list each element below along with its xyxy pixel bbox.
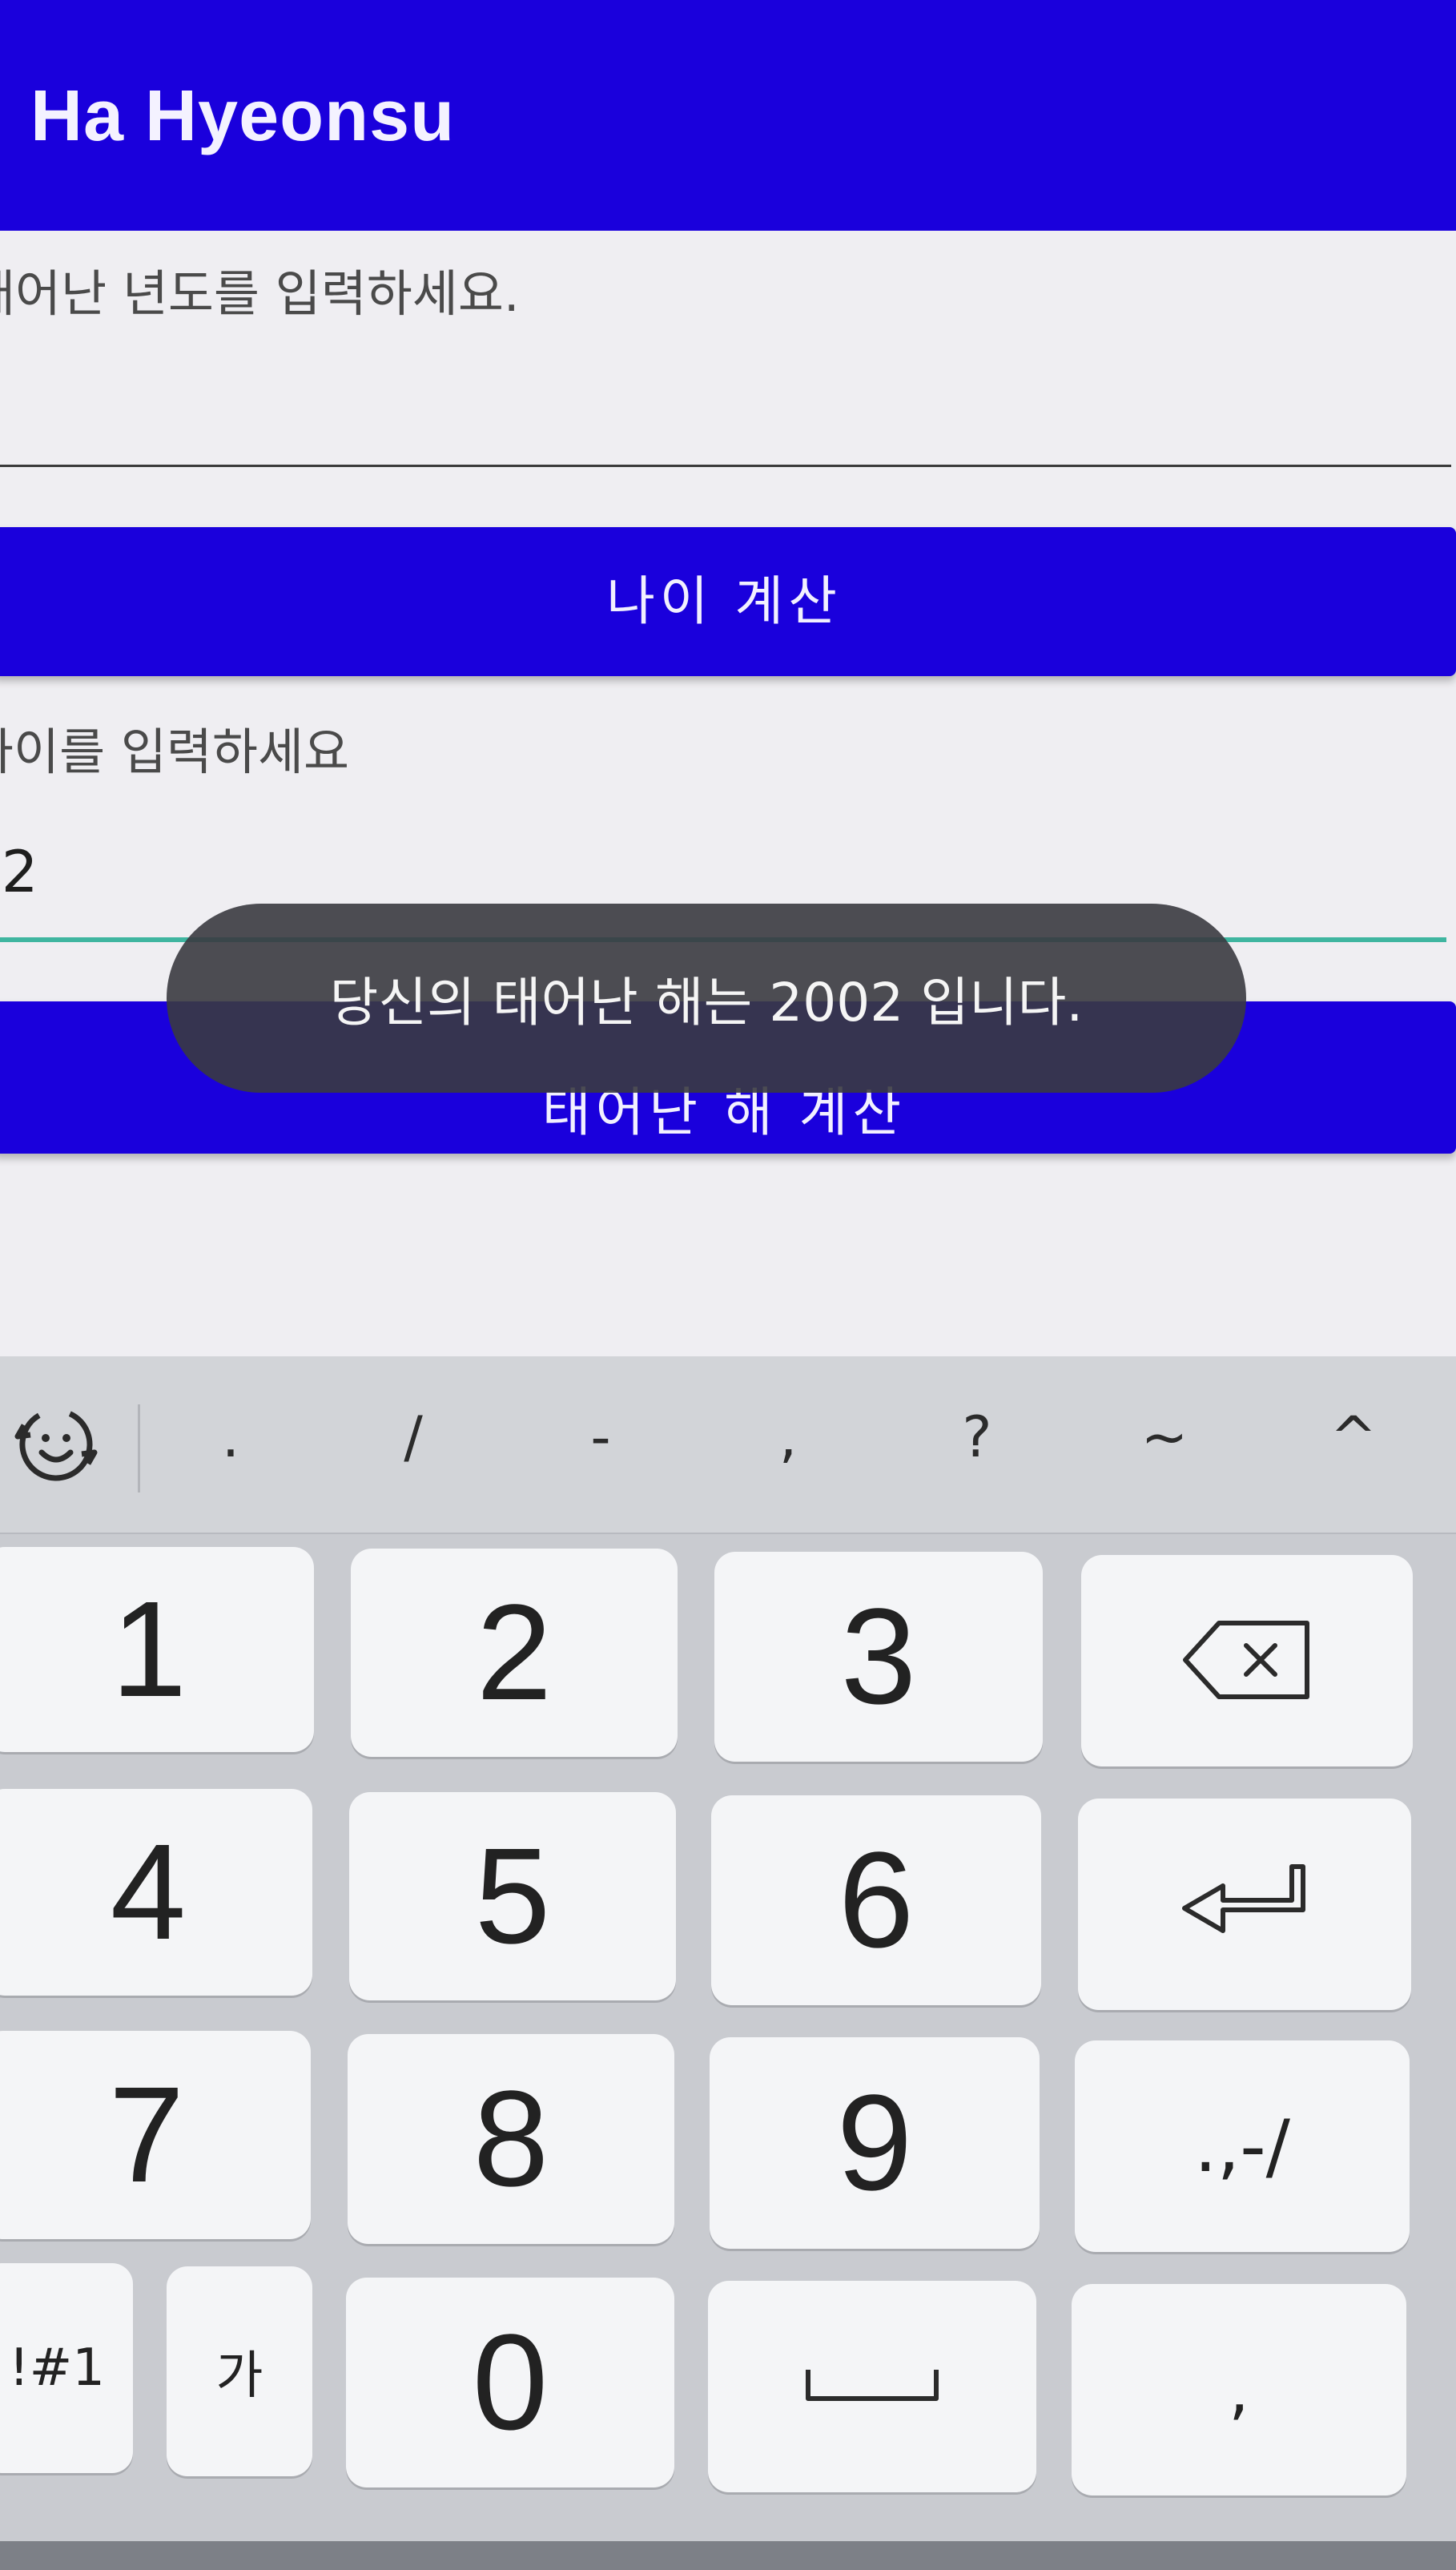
symbols-switch-key[interactable]: !#1 bbox=[0, 2263, 133, 2473]
keyboard-toolbar: . / - , ? ~ ^ bbox=[0, 1356, 1456, 1534]
space-key[interactable] bbox=[708, 2281, 1036, 2492]
calculate-age-button-label: 나이 계산 bbox=[606, 570, 842, 632]
app-bar: Ha Hyeonsu bbox=[0, 0, 1456, 231]
symbol-key-comma[interactable]: , bbox=[740, 1404, 836, 1470]
calculate-age-button[interactable]: 나이 계산 bbox=[0, 527, 1456, 676]
key-9[interactable]: 9 bbox=[710, 2037, 1040, 2249]
symbol-key-dash[interactable]: - bbox=[553, 1404, 649, 1470]
toolbar-divider bbox=[138, 1404, 140, 1492]
key-5[interactable]: 5 bbox=[349, 1792, 676, 2000]
space-bar-icon bbox=[806, 2370, 939, 2401]
symbol-key-period[interactable]: . bbox=[183, 1404, 279, 1470]
symbol-key-question[interactable]: ? bbox=[929, 1404, 1025, 1470]
age-hint: 나이를 입력하세요 bbox=[0, 723, 350, 781]
backspace-key[interactable] bbox=[1081, 1555, 1413, 1766]
symbol-key-caret[interactable]: ^ bbox=[1305, 1404, 1402, 1470]
punctuation-key[interactable]: .,-/ bbox=[1075, 2040, 1410, 2252]
language-switch-key[interactable]: 가 bbox=[167, 2266, 312, 2476]
symbol-key-tilde[interactable]: ~ bbox=[1116, 1404, 1213, 1470]
symbol-key-slash[interactable]: / bbox=[365, 1404, 461, 1470]
key-7[interactable]: 7 bbox=[0, 2031, 311, 2239]
birth-year-hint[interactable]: 태어난 년도를 입력하세요. bbox=[0, 253, 520, 325]
key-6[interactable]: 6 bbox=[711, 1795, 1041, 2005]
app-title: Ha Hyeonsu bbox=[30, 76, 456, 156]
toast-text: 당신의 태어난 해는 2002 입니다. bbox=[329, 972, 1084, 1033]
main-content: 태어난 년도를 입력하세요. 나이 계산 나이를 입력하세요 22 태어난 해 … bbox=[0, 231, 1456, 1356]
key-2[interactable]: 2 bbox=[351, 1549, 678, 1757]
key-4[interactable]: 4 bbox=[0, 1789, 312, 1996]
key-0[interactable]: 0 bbox=[346, 2278, 674, 2487]
backspace-icon bbox=[1183, 1621, 1309, 1699]
screen: Ha Hyeonsu 태어난 년도를 입력하세요. 나이 계산 나이를 입력하세… bbox=[0, 0, 1456, 2570]
emoji-switch-icon[interactable] bbox=[0, 1388, 112, 1501]
key-3[interactable]: 3 bbox=[714, 1552, 1043, 1762]
age-input[interactable]: 22 bbox=[0, 838, 38, 905]
key-8[interactable]: 8 bbox=[348, 2034, 674, 2244]
enter-key[interactable] bbox=[1078, 1799, 1411, 2010]
bottom-edge bbox=[0, 2541, 1456, 2570]
enter-icon bbox=[1182, 1864, 1305, 1933]
numeric-keyboard: . / - , ? ~ ^ 1 2 3 4 5 6 7 8 9 .,-/ !#1… bbox=[0, 1356, 1456, 2570]
key-1[interactable]: 1 bbox=[0, 1547, 314, 1752]
comma-key[interactable]: , bbox=[1072, 2284, 1406, 2495]
toast-message: 당신의 태어난 해는 2002 입니다. bbox=[167, 904, 1246, 1093]
birth-year-field-underline bbox=[0, 465, 1451, 467]
